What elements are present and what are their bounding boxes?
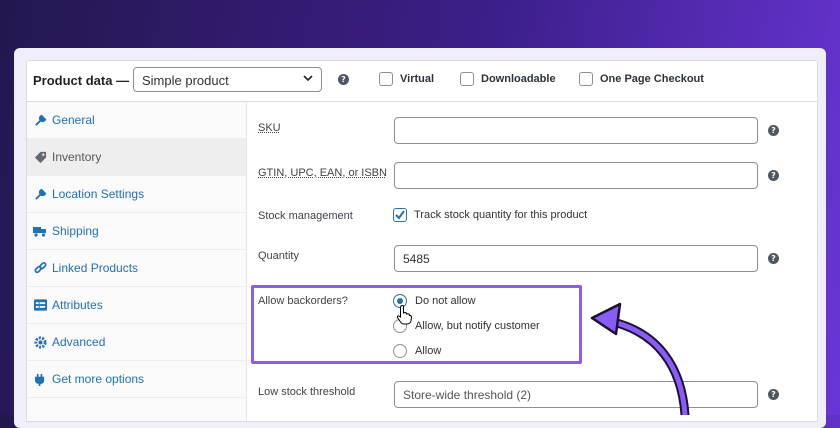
product-data-header: Product data — Simple product ? Virtual … [27,61,817,102]
quantity-help-icon[interactable]: ? [768,253,779,264]
tab-advanced-label: Advanced [52,335,106,349]
tab-attributes[interactable]: Attributes [27,287,246,324]
gtin-input[interactable] [394,162,758,189]
chevron-down-icon [303,75,313,82]
tab-get-more-options-label: Get more options [52,372,145,386]
low-stock-label: Low stock threshold [258,386,356,398]
gtin-label: GTIN, UPC, EAN, or ISBN [258,167,387,179]
checkmark-icon [395,210,405,220]
help-icon[interactable]: ? [338,74,349,85]
quantity-label: Quantity [258,250,299,262]
track-stock-checkbox-box[interactable] [393,208,407,222]
tab-location-settings-label: Location Settings [52,187,145,201]
tab-linked-products[interactable]: Linked Products [27,250,246,287]
low-stock-input[interactable]: Store-wide threshold (2) [394,381,758,408]
one-page-checkout-checkbox-box[interactable] [579,72,593,86]
tab-attributes-label: Attributes [52,298,103,312]
sku-input[interactable] [394,117,758,144]
tab-location-settings[interactable]: Location Settings [27,176,246,213]
virtual-checkbox[interactable]: Virtual [379,72,434,86]
plugin-icon [33,372,47,386]
curved-arrow-icon [590,302,690,415]
product-data-title: Product data — [33,73,130,88]
product-type-select[interactable]: Simple product [133,67,322,92]
stock-management-label: Stock management [258,210,353,222]
downloadable-checkbox[interactable]: Downloadable [460,72,556,86]
low-stock-help-icon[interactable]: ? [768,389,779,400]
wrench-icon [33,113,47,127]
link-icon [33,261,47,275]
product-data-tabs: General Inventory Location Settings Ship… [27,102,247,421]
one-page-checkout-checkbox[interactable]: One Page Checkout [579,72,704,86]
tab-shipping-label: Shipping [52,224,99,238]
sku-label: SKU [258,122,281,134]
tab-advanced[interactable]: Advanced [27,324,246,361]
one-page-checkout-label: One Page Checkout [600,73,704,85]
tab-get-more-options[interactable]: Get more options [27,361,246,398]
list-icon [33,298,47,312]
downloadable-label: Downloadable [481,73,556,85]
virtual-checkbox-box[interactable] [379,72,393,86]
tab-inventory-label: Inventory [52,150,102,164]
gtin-help-icon[interactable]: ? [768,170,779,181]
truck-icon [33,224,47,238]
sku-help-icon[interactable]: ? [768,125,779,136]
hand-cursor-icon [396,305,412,325]
track-stock-label: Track stock quantity for this product [414,209,588,221]
wrench-icon [33,187,47,201]
tab-general[interactable]: General [27,102,246,139]
tab-inventory[interactable]: Inventory [27,139,246,176]
virtual-label: Virtual [400,73,435,85]
quantity-input[interactable]: 5485 [394,245,758,272]
backorders-highlight-box [251,285,582,364]
tag-icon [33,150,47,164]
product-type-value: Simple product [142,73,229,88]
tab-linked-products-label: Linked Products [52,261,139,275]
downloadable-checkbox-box[interactable] [460,72,474,86]
tab-shipping[interactable]: Shipping [27,213,246,250]
tab-general-label: General [52,113,95,127]
inventory-panel: SKU ? GTIN, UPC, EAN, or ISBN ? Stock ma… [247,102,817,421]
gear-icon [33,335,47,349]
track-stock-checkbox[interactable]: Track stock quantity for this product [393,208,587,222]
